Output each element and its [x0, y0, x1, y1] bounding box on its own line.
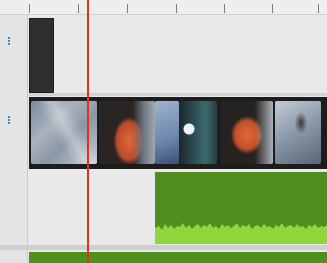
track-divider — [28, 93, 327, 96]
timeline-ruler[interactable] — [0, 0, 327, 15]
track-handle-icon[interactable] — [5, 116, 13, 126]
video-thumbnail — [275, 101, 321, 164]
video-thumbnail — [179, 101, 217, 164]
ruler-tick — [127, 4, 128, 13]
audio-clip-lower[interactable] — [29, 252, 327, 263]
track-handle-icon[interactable] — [5, 37, 13, 47]
track-headers — [0, 15, 28, 263]
audio-clip-waveform[interactable] — [155, 172, 327, 244]
ruler-tick — [29, 4, 30, 13]
video-thumbnail — [221, 101, 273, 164]
overlay-clip[interactable] — [29, 18, 54, 93]
ruler-tick — [78, 4, 79, 13]
ruler-tick — [176, 4, 177, 13]
ruler-tick — [224, 4, 225, 13]
video-thumbnail — [99, 101, 155, 164]
playhead[interactable] — [87, 0, 89, 263]
video-clip-filmstrip[interactable] — [29, 97, 327, 169]
video-thumbnail — [155, 101, 179, 164]
waveform-graphic — [155, 223, 327, 244]
ruler-tick — [318, 4, 319, 13]
track-divider — [0, 245, 327, 250]
ruler-tick — [272, 4, 273, 13]
